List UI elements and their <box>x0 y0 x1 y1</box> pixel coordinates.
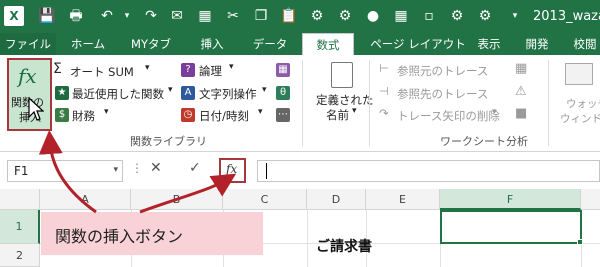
arrow-to-ribbon-button <box>38 130 97 214</box>
callout-arrows <box>38 130 237 214</box>
arrow-to-formula-fx <box>139 173 237 214</box>
